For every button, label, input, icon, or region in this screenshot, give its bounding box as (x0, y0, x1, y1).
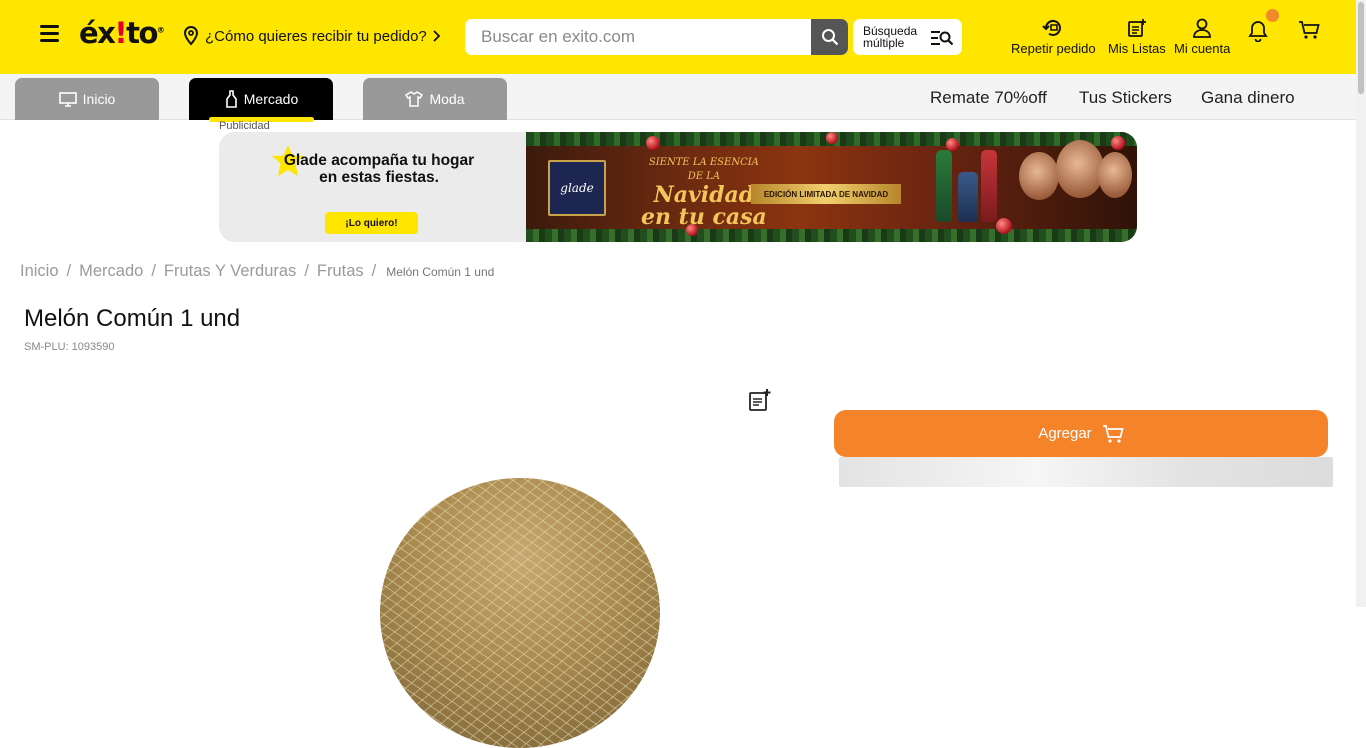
breadcrumb-separator: / (304, 262, 309, 280)
add-to-cart-label: Agregar (1038, 425, 1092, 442)
category-navbar: Inicio Mercado Moda Remate 70%off Tus St… (0, 74, 1356, 122)
ornament (1111, 136, 1125, 150)
header: éx!to® ¿Cómo quieres recibir tu pedido? … (0, 0, 1356, 74)
ad-banner-text-panel: Glade acompaña tu hogar en estas fiestas… (219, 132, 526, 242)
product-box (958, 172, 978, 222)
ornament (826, 132, 838, 144)
ornament (646, 136, 660, 150)
garland-bottom (526, 229, 1137, 242)
person-image (1056, 140, 1104, 198)
tab-inicio[interactable]: Inicio (15, 78, 159, 120)
cart-button[interactable] (1298, 20, 1320, 45)
tab-mercado[interactable]: Mercado (189, 78, 333, 122)
breadcrumb-mercado[interactable]: Mercado (79, 262, 143, 281)
delivery-prompt: ¿Cómo quieres recibir tu pedido? (205, 27, 427, 45)
add-to-cart-button[interactable]: Agregar (834, 410, 1328, 457)
product-title: Melón Común 1 und (24, 305, 241, 332)
chevron-right-icon (433, 30, 441, 42)
ad-cta-button[interactable]: ¡Lo quiero! (325, 212, 418, 234)
delivery-selector[interactable]: ¿Cómo quieres recibir tu pedido? (183, 26, 441, 46)
ad-banner[interactable]: Glade acompaña tu hogar en estas fiestas… (219, 132, 1137, 242)
ad-label: Publicidad (219, 120, 270, 132)
repeat-order-label: Repetir pedido (1011, 41, 1096, 56)
shirt-icon (405, 91, 424, 107)
exito-logo[interactable]: éx!to® (79, 16, 165, 50)
nav-link-gana-dinero[interactable]: Gana dinero (1201, 88, 1295, 108)
tagline-big-2: en tu casa (641, 204, 767, 230)
product-plu: SM-PLU: 1093590 (24, 341, 115, 353)
glade-logo: glade (548, 160, 606, 216)
breadcrumb-separator: / (371, 262, 377, 280)
location-pin-icon (183, 26, 199, 46)
nav-link-stickers[interactable]: Tus Stickers (1079, 88, 1172, 108)
tagline-small-1: SIENTE LA ESENCIA (648, 157, 759, 168)
repeat-order-link[interactable]: Repetir pedido (1011, 18, 1096, 56)
loading-placeholder (839, 457, 1333, 487)
tab-moda-label: Moda (429, 91, 465, 107)
add-to-list-button[interactable] (748, 388, 772, 417)
search-icon (821, 29, 838, 46)
product-image-melon[interactable] (380, 478, 660, 748)
product-bottle (936, 150, 952, 222)
cart-icon (1299, 21, 1320, 39)
limited-edition-ribbon: EDICIÓN LIMITADA DE NAVIDAD (751, 184, 901, 204)
scrollbar-thumb[interactable] (1358, 2, 1364, 94)
menu-icon[interactable] (40, 25, 59, 44)
breadcrumb-inicio[interactable]: Inicio (20, 262, 59, 281)
person-image (1019, 152, 1059, 200)
cart-icon (1102, 424, 1124, 443)
search-input[interactable] (465, 19, 811, 55)
notifications-button[interactable] (1248, 9, 1279, 47)
ad-banner-image: glade SIENTE LA ESENCIA DE LA Navidad en… (526, 132, 1137, 242)
my-lists-link[interactable]: Mis Listas (1108, 18, 1166, 56)
monitor-icon (58, 91, 77, 107)
navidad-tagline: SIENTE LA ESENCIA DE LA Navidad en tu ca… (641, 156, 767, 228)
breadcrumb-separator: / (66, 262, 72, 280)
user-icon (1193, 18, 1212, 38)
search-box (465, 19, 848, 55)
multi-search-icon (931, 31, 954, 46)
my-account-label: Mi cuenta (1174, 41, 1231, 56)
breadcrumb-frutas[interactable]: Frutas (317, 262, 364, 281)
breadcrumb-frutas-verduras[interactable]: Frutas Y Verduras (164, 262, 296, 281)
bottle-icon (225, 90, 237, 108)
page-scrollbar[interactable] (1356, 0, 1366, 607)
my-lists-label: Mis Listas (1108, 41, 1166, 56)
bell-icon (1248, 21, 1268, 43)
repeat-order-icon (1042, 19, 1062, 36)
multi-search-button[interactable]: Búsqueda múltiple (853, 19, 962, 55)
person-image (1098, 152, 1132, 198)
breadcrumb: Inicio / Mercado / Frutas Y Verduras / Frut… (20, 262, 494, 281)
tab-mercado-label: Mercado (243, 91, 299, 107)
list-add-icon (1127, 19, 1146, 37)
search-button[interactable] (811, 19, 848, 55)
tab-inicio-label: Inicio (82, 91, 116, 107)
my-account-link[interactable]: Mi cuenta (1174, 18, 1230, 56)
ornament (946, 138, 959, 151)
notification-badge (1266, 9, 1279, 22)
breadcrumb-current: Melón Común 1 und (386, 265, 495, 279)
ornament (996, 218, 1012, 234)
product-bottle (981, 150, 997, 222)
tagline-big-1: Navidad (653, 182, 755, 208)
nav-link-remate[interactable]: Remate 70%off (930, 88, 1047, 108)
list-add-icon (749, 389, 771, 411)
tab-moda[interactable]: Moda (363, 78, 507, 120)
breadcrumb-separator: / (151, 262, 156, 280)
ad-headline: Glade acompaña tu hogar en estas fiestas… (283, 152, 475, 186)
